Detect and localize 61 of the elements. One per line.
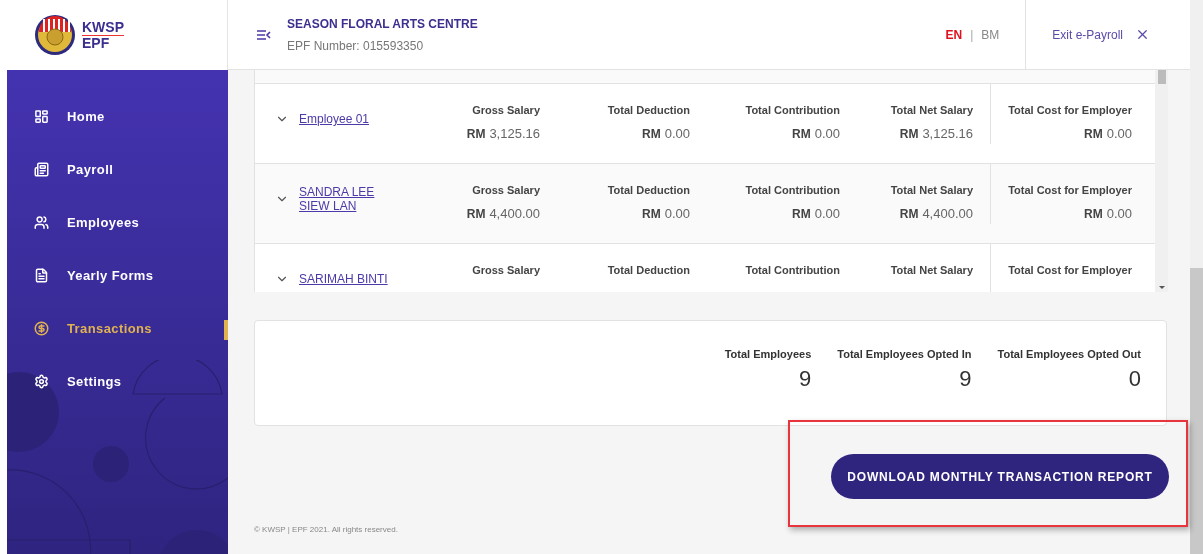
employee-name-link[interactable]: SARIMAH BINTI	[299, 272, 389, 286]
language-option[interactable]: BM	[981, 27, 1000, 42]
sidebar-item[interactable]: Settings	[7, 355, 228, 408]
separator: |	[970, 27, 974, 42]
column-label: Total Contribution	[745, 184, 840, 196]
menu-collapse-icon[interactable]	[257, 28, 271, 41]
sidebar-item[interactable]: Employees	[7, 196, 228, 249]
employee-name-link[interactable]: SANDRA LEE SIEW LAN	[299, 185, 389, 213]
column-label: Total Net Salary	[890, 264, 973, 276]
amount-value: RM 4,400.00	[899, 206, 973, 221]
amount-value: RM 0.00	[642, 126, 690, 141]
column-label: Gross Salary	[472, 104, 540, 116]
column-label: Total Cost for Employer	[1008, 264, 1132, 276]
amount-value: RM 3,125.16	[899, 126, 973, 141]
stat-label: Total Employees	[724, 348, 812, 360]
dashboard-icon	[34, 109, 49, 124]
coin-icon	[34, 321, 49, 336]
column-label: Total Deduction	[607, 184, 690, 196]
amount-value: RM 0.00	[792, 206, 840, 221]
sidebar-item[interactable]: Transactions	[7, 302, 228, 355]
active-indicator	[224, 320, 228, 340]
stat-value: 9	[959, 366, 972, 392]
sidebar-item[interactable]: Home	[7, 90, 228, 143]
download-report-button[interactable]: DOWNLOAD MONTHLY TRANSACTION REPORT	[831, 454, 1169, 499]
company-name: SEASON FLORAL ARTS CENTRE	[287, 16, 479, 31]
column-label: Total Contribution	[745, 104, 840, 116]
epf-number: EPF Number: 015593350	[287, 38, 425, 53]
column-label: Total Cost for Employer	[1008, 184, 1132, 196]
column-label: Total Cost for Employer	[1008, 104, 1132, 116]
employee-name-link[interactable]: Employee 01	[299, 112, 389, 126]
amount-value: RM 4,400.00	[466, 206, 540, 221]
stat-label: Total Employees Opted In	[837, 348, 972, 360]
sidebar-item[interactable]: Payroll	[7, 143, 228, 196]
amount-value: RM 0.00	[1084, 206, 1132, 221]
column-label: Gross Salary	[472, 264, 540, 276]
sidebar-item[interactable]: Yearly Forms	[7, 249, 228, 302]
language-option[interactable]: EN	[945, 27, 963, 42]
settings-icon	[34, 374, 49, 389]
people-icon	[34, 215, 49, 230]
column-label: Total Deduction	[607, 104, 690, 116]
scrollbar[interactable]	[1155, 70, 1168, 292]
amount-value: RM 3,125.16	[466, 126, 540, 141]
logo-emblem-icon	[34, 14, 76, 56]
logo-text: EPF	[82, 35, 111, 51]
stat-label: Total Employees Opted Out	[997, 348, 1141, 360]
amount-value: RM 0.00	[642, 206, 690, 221]
logo-text: KWSP	[82, 19, 124, 36]
column-label: Total Contribution	[745, 264, 840, 276]
document-icon	[34, 268, 49, 283]
column-label: Total Net Salary	[890, 184, 973, 196]
newspaper-icon	[34, 162, 49, 177]
stat-value: 9	[799, 366, 812, 392]
page-scrollbar[interactable]	[1190, 0, 1203, 554]
copyright-text: © KWSP | EPF 2021. All rights reserved.	[254, 525, 399, 534]
amount-value: RM 0.00	[1084, 126, 1132, 141]
column-label: Total Deduction	[607, 264, 690, 276]
column-label: Total Net Salary	[890, 104, 973, 116]
column-label: Gross Salary	[472, 184, 540, 196]
stat-value: 0	[1128, 366, 1141, 392]
close-icon	[1135, 27, 1150, 42]
amount-value: RM 0.00	[792, 126, 840, 141]
